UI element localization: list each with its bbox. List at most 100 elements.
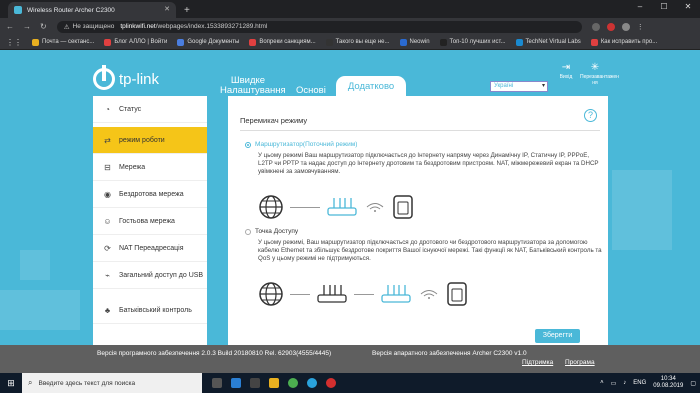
reload-icon[interactable]: ↻ [40, 22, 47, 31]
radio-selected-icon [245, 141, 251, 148]
bookmark-favicon-icon [515, 38, 523, 46]
bookmark-item[interactable]: Google Документы [177, 38, 239, 46]
support-link[interactable]: Підтримка [522, 359, 553, 366]
apps-grid-icon[interactable]: ⋮⋮ [6, 38, 22, 47]
search-placeholder: Введите здесь текст для поиска [38, 379, 136, 387]
router-mode-description: У цьому режимі Ваш маршрутизатор підключ… [258, 152, 599, 175]
url-input[interactable]: ⚠ Не защищено tplinkwifi.net/webpages/in… [56, 20, 582, 33]
new-tab-icon[interactable]: + [184, 5, 190, 16]
clock[interactable]: 10:34 09.08.2019 [653, 376, 683, 390]
bookmark-label: TechNet Virtual Labs [525, 39, 581, 45]
minimize-icon[interactable]: – [628, 0, 652, 14]
taskbar-search-input[interactable]: ⌕ Введите здесь текст для поиска [22, 373, 202, 393]
volume-icon[interactable]: ♪ [623, 380, 626, 386]
usb-sharing-icon: ⌁ [105, 270, 110, 280]
bookmark-label: Такого вы еще не... [335, 39, 390, 45]
window-controls: – ☐ ✕ [628, 0, 700, 14]
save-button[interactable]: Зберегти [535, 329, 580, 343]
logout-button[interactable]: ⇥ Вихід [556, 62, 576, 80]
sidebar-item[interactable]: ♣ Батьківський контроль [93, 297, 207, 324]
browser-tab[interactable]: Wireless Router Archer C2300 ✕ [8, 2, 176, 18]
bookmark-item[interactable]: TechNet Virtual Labs [515, 38, 581, 46]
router-mode-radio[interactable]: Маршрутизатор(Поточний режим) [245, 141, 357, 148]
router-mode-diagram [258, 194, 414, 220]
bookmark-label: Почта — сектанс... [42, 39, 95, 45]
sidebar-item[interactable]: ⟳ NAT Переадресація [93, 235, 207, 262]
bookmark-item[interactable]: Neowin [399, 38, 430, 46]
profile-avatar-icon[interactable] [621, 22, 630, 31]
sidebar-item-label: Батьківський контроль [119, 306, 192, 314]
reboot-label: Перезавантажен ня [580, 74, 619, 86]
tp-link-logo: tp-link [93, 65, 160, 90]
bookmark-item[interactable]: Такого вы еще не... [325, 38, 390, 46]
tab-advanced[interactable]: Додатково [335, 76, 407, 96]
status-icon: ◔ [105, 104, 110, 114]
task-view-icon[interactable] [212, 378, 222, 388]
bookmark-label: Вопреки санкциям... [259, 39, 316, 45]
sidebar-item-label: режим роботи [119, 136, 165, 144]
app-link[interactable]: Програма [565, 359, 595, 366]
sidebar-item[interactable]: ⇄ режим роботи [93, 127, 207, 154]
edge-icon[interactable] [231, 378, 241, 388]
sidebar-item[interactable]: ◉ Бездротова мережа [93, 181, 207, 208]
background-decoration [0, 290, 80, 330]
bookmark-item[interactable]: Вопреки санкциям... [249, 38, 316, 46]
sidebar-item[interactable]: ◔ Статус [93, 96, 207, 123]
windows-start-icon[interactable]: ⊞ [0, 378, 22, 389]
bookmark-favicon-icon [177, 38, 185, 46]
help-icon[interactable]: ? [584, 109, 597, 122]
store-icon[interactable] [250, 378, 260, 388]
connection-line [290, 293, 310, 295]
bookmark-item[interactable]: Блог АЛЛО | Войти [104, 38, 168, 46]
browser-tab-bar: Wireless Router Archer C2300 ✕ + – ☐ ✕ [0, 0, 700, 18]
network-tray-icon[interactable]: ▭ [611, 380, 617, 387]
close-tab-icon[interactable]: ✕ [164, 5, 170, 13]
search-icon: ⌕ [28, 378, 33, 387]
bookmark-item[interactable]: Почта — сектанс... [32, 38, 95, 46]
reboot-button[interactable]: ✳ Перезавантажен ня [580, 62, 619, 86]
forward-icon[interactable]: → [23, 22, 31, 31]
page-footer: Версія програмного забезпечення 2.0.3 Bu… [0, 345, 700, 373]
bookmark-favicon-icon [104, 38, 112, 46]
tray-arrow-icon[interactable]: ˄ [600, 380, 604, 386]
network-icon: ⊟ [104, 162, 111, 172]
clock-date: 09.08.2019 [653, 383, 684, 389]
system-tray: ˄ ▭ ♪ ENG 10:34 09.08.2019 ▢ [600, 373, 696, 393]
sidebar-item[interactable]: ⌁ Загальний доступ до USB [93, 262, 207, 289]
bookmark-favicon-icon [32, 38, 39, 46]
back-icon[interactable]: ← [6, 22, 14, 31]
background-decoration [20, 250, 50, 280]
close-window-icon[interactable]: ✕ [676, 0, 700, 14]
opera-icon[interactable] [326, 378, 336, 388]
background-decoration [612, 170, 672, 250]
extension-icon[interactable] [591, 22, 600, 31]
bookmark-label: Блог АЛЛО | Войти [114, 39, 168, 45]
extension-icon[interactable] [606, 22, 615, 31]
maximize-icon[interactable]: ☐ [652, 0, 676, 14]
tab-favicon-icon [14, 6, 22, 14]
notifications-icon[interactable]: ▢ [690, 380, 696, 387]
tab-quick-setup[interactable]: Швидке Налаштування [210, 76, 286, 96]
tab-basic[interactable]: Основі [286, 86, 336, 96]
language-indicator[interactable]: ENG [633, 380, 646, 386]
menu-icon[interactable]: ⋮ [637, 23, 644, 31]
url-path: /webpages/index.1533893271289.html [155, 23, 268, 30]
telegram-icon[interactable] [307, 378, 317, 388]
url-host: tplinkwifi.net [120, 23, 156, 30]
logout-label: Вихід [559, 74, 573, 80]
logo-text: tp-link [119, 70, 160, 88]
wifi-signal-icon [420, 290, 438, 299]
explorer-icon[interactable] [269, 378, 279, 388]
sidebar-item[interactable]: ⊟ Мережа [93, 154, 207, 181]
bookmark-item[interactable]: Топ-10 лучших ист... [439, 38, 506, 46]
address-bar-row: ← → ↻ ⚠ Не защищено tplinkwifi.net/webpa… [0, 18, 700, 35]
bookmark-favicon-icon [590, 38, 598, 46]
wireless-icon: ◉ [104, 189, 111, 199]
bookmark-item[interactable]: Как исправить про... [590, 38, 657, 46]
sidebar-item-label: Бездротова мережа [119, 190, 184, 198]
chrome-icon[interactable] [288, 378, 298, 388]
device-icon [393, 195, 413, 219]
sidebar-item[interactable]: ☺ Гостьова мережа [93, 208, 207, 235]
language-select[interactable]: Україні [490, 81, 548, 92]
access-point-mode-radio[interactable]: Точка Доступу [245, 228, 298, 235]
